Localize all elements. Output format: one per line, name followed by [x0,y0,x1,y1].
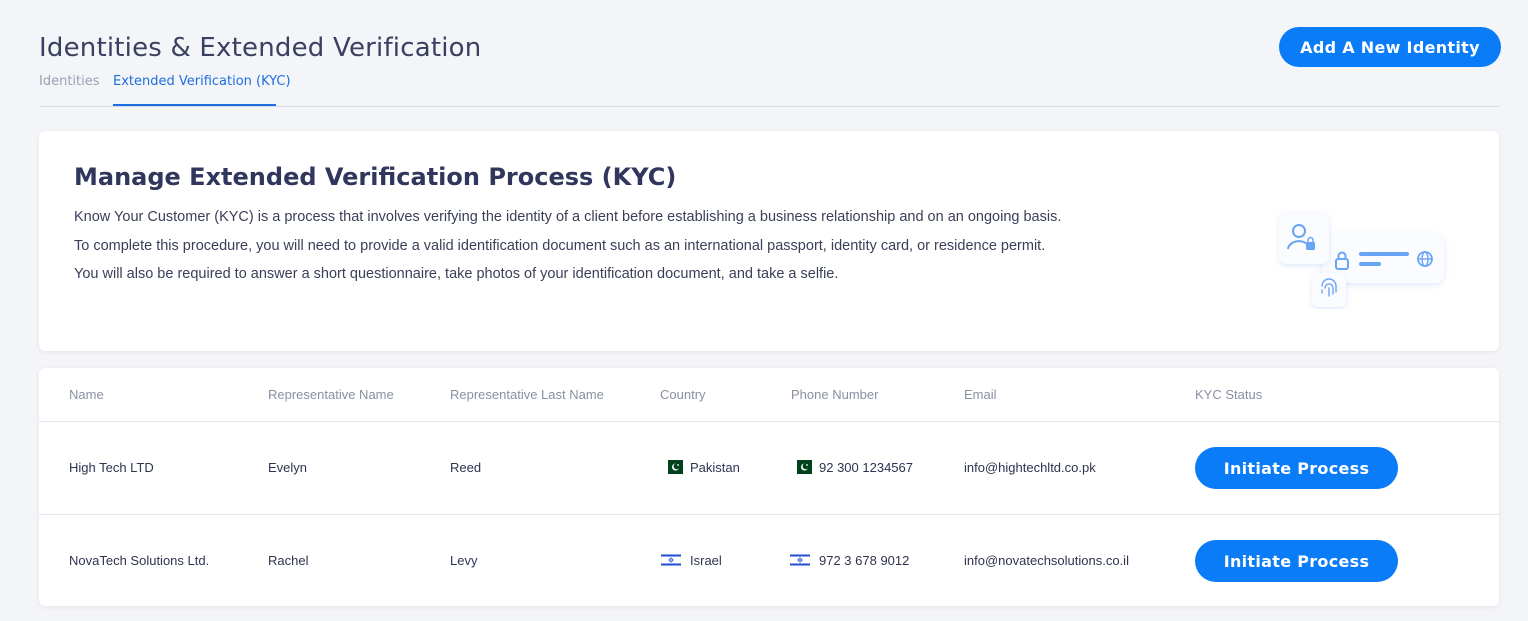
cell-country: Israel [690,553,722,568]
cell-rep-name: Rachel [268,553,309,568]
column-header-rep-name: Representative Name [268,387,394,402]
initiate-process-button[interactable]: Initiate Process [1195,447,1398,489]
add-new-identity-button[interactable]: Add A New Identity [1279,27,1501,67]
column-header-phone: Phone Number [791,387,879,402]
column-header-name: Name [69,387,104,402]
tab-extended-verification[interactable]: Extended Verification (KYC) [113,74,291,89]
israel-flag-icon [661,553,681,567]
column-header-rep-last-name: Representative Last Name [450,387,604,402]
active-tab-indicator [113,104,276,106]
kyc-info-card: Manage Extended Verification Process (KY… [39,131,1499,351]
row-divider [39,421,1499,422]
column-header-kyc-status: KYC Status [1195,387,1263,402]
cell-name: NovaTech Solutions Ltd. [69,553,210,568]
cell-phone: 972 3 678 9012 [819,553,910,568]
column-header-email: Email [964,387,997,402]
page-title: Identities & Extended Verification [39,33,482,63]
cell-email: info@novatechsolutions.co.il [964,553,1129,568]
cell-rep-name: Evelyn [268,460,308,475]
cell-email: info@hightechltd.co.pk [964,460,1096,475]
kyc-description-line: Know Your Customer (KYC) is a process th… [74,209,1062,225]
kyc-card-title: Manage Extended Verification Process (KY… [74,163,677,191]
column-header-country: Country [660,387,706,402]
pakistan-flag-icon [663,460,683,474]
cell-rep-last-name: Reed [450,460,482,475]
kyc-description-line: To complete this procedure, you will nee… [74,238,1046,254]
cell-name: High Tech LTD [69,460,154,475]
tab-identities[interactable]: Identities [39,74,100,89]
cell-country: Pakistan [690,460,740,475]
tab-bar: Identities Extended Verification (KYC) [39,66,1499,107]
israel-flag-icon [790,553,810,567]
pakistan-flag-icon [792,460,812,474]
kyc-description-line: You will also be required to answer a sh… [74,266,839,282]
cell-phone: 92 300 1234567 [819,460,913,475]
kyc-illustration [1279,212,1444,307]
initiate-process-button[interactable]: Initiate Process [1195,540,1398,582]
cell-rep-last-name: Levy [450,553,478,568]
row-divider [39,514,1499,515]
identities-table: Name Representative Name Representative … [39,368,1499,606]
